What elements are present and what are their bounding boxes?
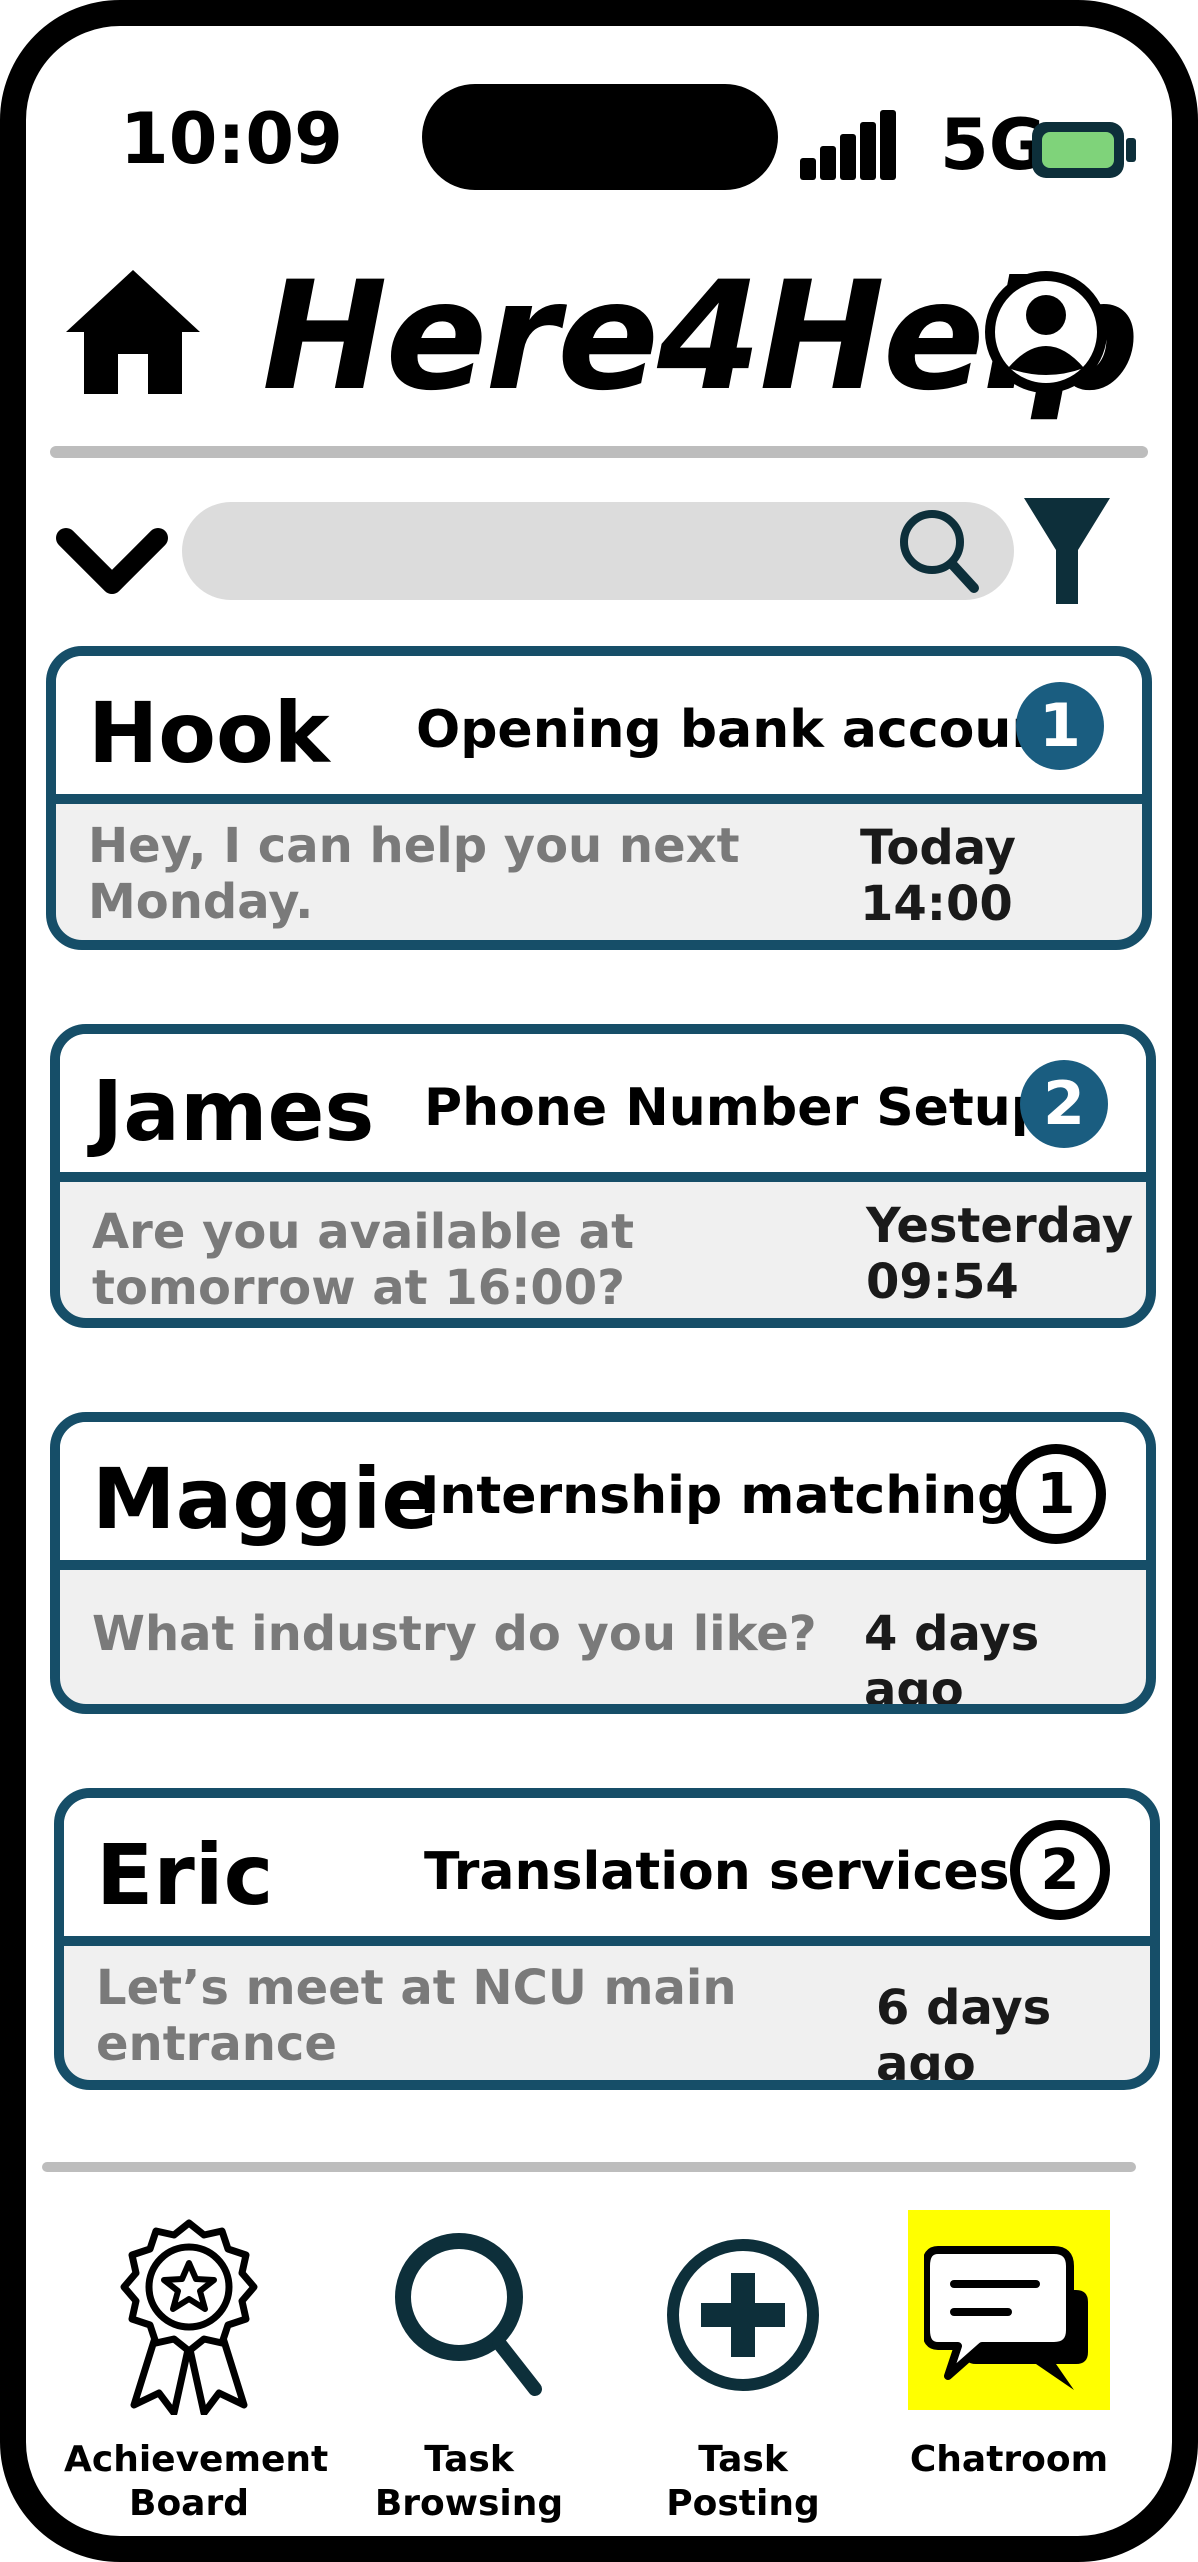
chat-contact-name: Hook xyxy=(88,684,330,782)
chat-card-header: James Phone Number Setup 2 xyxy=(60,1034,1146,1182)
home-icon[interactable] xyxy=(64,268,202,400)
chat-timestamp: Yesterday 09:54 xyxy=(866,1198,1134,1310)
magnifier-icon xyxy=(344,2200,594,2430)
chat-card-header: Eric Translation services 2 xyxy=(64,1798,1150,1946)
chat-card-james[interactable]: James Phone Number Setup 2 Are you avail… xyxy=(50,1024,1156,1328)
signal-icon xyxy=(800,110,900,186)
chat-last-message: What industry do you like? xyxy=(92,1606,817,1662)
chat-timestamp: Today 14:00 xyxy=(860,820,1016,932)
chat-last-message: Are you available at tomorrow at 16:00? xyxy=(92,1204,635,1316)
nav-label: Achievement Board xyxy=(64,2439,329,2524)
chat-task-title: Translation services xyxy=(424,1842,1010,1902)
unread-badge: 2 xyxy=(1020,1060,1108,1148)
chat-bubbles-icon xyxy=(884,2200,1134,2430)
badge-star-icon xyxy=(64,2200,314,2430)
profile-icon[interactable] xyxy=(984,270,1108,398)
chat-card-header: Hook Opening bank account 1 xyxy=(56,656,1142,804)
nav-label: Task Posting xyxy=(666,2439,820,2524)
chat-task-title: Opening bank account xyxy=(416,700,1074,760)
nav-achievement-board[interactable]: Achievement Board xyxy=(64,2200,329,2530)
status-time: 10:09 xyxy=(120,98,343,180)
chat-card-eric[interactable]: Eric Translation services 2 Let’s meet a… xyxy=(54,1788,1160,2090)
chat-card-header: Maggie Internship matching 1 xyxy=(60,1422,1146,1570)
chat-task-title: Phone Number Setup xyxy=(424,1078,1049,1138)
chat-last-message: Hey, I can help you next Monday. xyxy=(88,818,740,930)
dynamic-island xyxy=(422,84,778,190)
header-divider xyxy=(50,446,1148,458)
chat-last-message: Let’s meet at NCU main entrance xyxy=(96,1960,737,2072)
nav-divider xyxy=(42,2162,1136,2172)
nav-label: Chatroom xyxy=(909,2439,1109,2480)
chat-timestamp: 4 days ago xyxy=(864,1606,1040,1714)
chat-card-maggie[interactable]: Maggie Internship matching 1 What indust… xyxy=(50,1412,1156,1714)
nav-task-browsing[interactable]: Task Browsing xyxy=(344,2200,594,2530)
search-icon[interactable] xyxy=(896,506,980,598)
unread-badge: 2 xyxy=(1010,1820,1110,1920)
chat-timestamp: 6 days ago xyxy=(876,1980,1052,2090)
filter-icon[interactable] xyxy=(1022,494,1112,610)
nav-label: Task Browsing xyxy=(374,2439,564,2524)
chat-task-title: Internship matching xyxy=(420,1466,1015,1526)
chat-contact-name: Maggie xyxy=(92,1450,439,1548)
chevron-down-icon[interactable] xyxy=(56,526,168,600)
chat-card-hook[interactable]: Hook Opening bank account 1 Hey, I can h… xyxy=(46,646,1152,950)
search-input[interactable] xyxy=(182,502,1014,600)
chat-contact-name: James xyxy=(92,1062,375,1160)
chat-contact-name: Eric xyxy=(96,1826,274,1924)
unread-badge: 1 xyxy=(1006,1444,1106,1544)
nav-chatroom[interactable]: Chatroom xyxy=(884,2200,1134,2530)
battery-icon xyxy=(1028,118,1138,186)
unread-badge: 1 xyxy=(1016,682,1104,770)
plus-circle-icon xyxy=(618,2200,868,2430)
nav-task-posting[interactable]: Task Posting xyxy=(618,2200,868,2530)
